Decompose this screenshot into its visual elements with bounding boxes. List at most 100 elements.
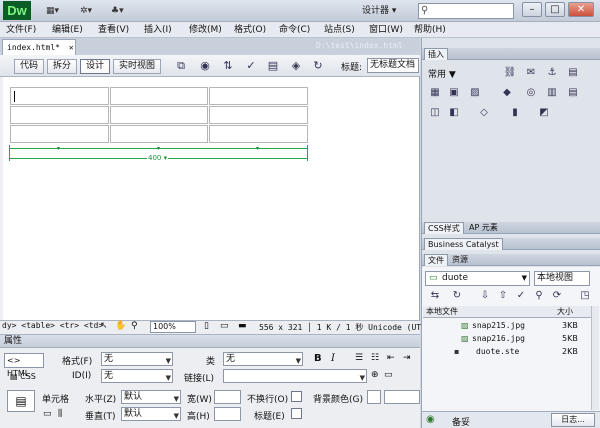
insert-tab[interactable]: 插入 — [424, 48, 448, 60]
width-input[interactable] — [214, 390, 241, 404]
restore-button[interactable]: □ — [545, 2, 565, 17]
vertical-select[interactable]: 默认 ▼ — [121, 407, 181, 421]
design-view-button[interactable]: 设计 — [80, 59, 110, 74]
table-icon[interactable]: ▦ — [428, 86, 442, 100]
indent-icon[interactable]: ⇥ — [403, 353, 411, 363]
close-tab-icon[interactable]: ✕ — [69, 43, 74, 52]
files-tab[interactable]: 文件 — [424, 254, 448, 266]
class-select[interactable]: 无 ▼ — [223, 352, 303, 366]
multiscreen-icon[interactable]: ⧉ — [172, 58, 190, 74]
sync-icon[interactable]: ⟳ — [550, 289, 564, 303]
comment-icon[interactable]: ▤ — [566, 86, 580, 100]
minimize-button[interactable]: – — [522, 2, 542, 17]
menu-edit[interactable]: 编辑(E) — [52, 23, 83, 37]
tag-selector[interactable]: dy> <table> <tr> <td> — [2, 321, 103, 330]
site-select[interactable]: duote ▭ ▼ — [425, 271, 530, 286]
business-catalyst-tab[interactable]: Business Catalyst — [424, 238, 503, 250]
files-panel-header[interactable]: 文件 资源 — [422, 254, 600, 266]
menu-site[interactable]: 站点(S) — [324, 23, 355, 37]
insert-panel-header[interactable]: 插入 — [422, 48, 600, 60]
server-include-icon[interactable]: ▥ — [545, 86, 559, 100]
id-select[interactable]: 无 ▼ — [101, 369, 173, 383]
split-view-button[interactable]: 拆分 — [47, 59, 77, 74]
tablet-size-icon[interactable]: ▭ — [220, 321, 229, 331]
site-icon[interactable]: ♣▾ — [111, 5, 124, 17]
browse-folder-icon[interactable]: ▭ — [384, 370, 393, 380]
menu-format[interactable]: 格式(O) — [234, 23, 266, 37]
select-tool-icon[interactable]: ↖ — [100, 321, 108, 331]
refresh-icon[interactable]: ↻ — [309, 58, 327, 74]
ordered-list-icon[interactable]: ☷ — [371, 353, 379, 363]
properties-header[interactable]: 属性 — [0, 335, 420, 348]
email-link-icon[interactable]: ✉ — [524, 66, 538, 80]
size-column[interactable]: 大小 — [557, 306, 573, 317]
menu-window[interactable]: 窗口(W) — [369, 23, 403, 37]
zoom-select[interactable]: 100% — [150, 321, 196, 333]
file-management-icon[interactable]: ⇅ — [219, 58, 237, 74]
css-mode-button[interactable]: ▤ CSS — [10, 371, 36, 383]
visual-aids-icon[interactable]: ◈ — [287, 58, 305, 74]
menu-view[interactable]: 查看(V) — [98, 23, 129, 37]
bgcolor-input[interactable] — [384, 390, 420, 404]
css-styles-tab[interactable]: CSS样式 — [424, 222, 464, 234]
point-to-file-icon[interactable]: ⊕ — [371, 370, 379, 380]
table-width-label[interactable]: 400 ▾ — [147, 154, 169, 162]
column-marker-icon[interactable]: ▾ — [157, 145, 160, 152]
column-marker-icon[interactable]: ▾ — [57, 145, 60, 152]
menu-commands[interactable]: 命令(C) — [279, 23, 310, 37]
unordered-list-icon[interactable]: ☰ — [355, 353, 363, 363]
desktop-size-icon[interactable]: ▬ — [238, 321, 247, 331]
bc-panel-header[interactable]: Business Catalyst — [422, 238, 600, 250]
w3c-validation-icon[interactable]: ✓ — [242, 58, 260, 74]
horizontal-select[interactable]: 默认 ▼ — [121, 390, 181, 404]
refresh-icon[interactable]: ↻ — [450, 289, 464, 303]
zoom-tool-icon[interactable]: ⚲ — [131, 321, 138, 331]
file-row[interactable]: snap215.jpg 3KB ▨ — [424, 320, 584, 332]
table-cell[interactable] — [209, 87, 308, 105]
document-tab[interactable]: index.html* ✕ — [2, 39, 76, 55]
format-select[interactable]: 无 ▼ — [101, 352, 173, 366]
check-in-icon[interactable]: ⚲ — [532, 289, 546, 303]
check-browser-icon[interactable]: ▤ — [264, 58, 282, 74]
table-cell[interactable] — [10, 87, 109, 105]
horizontal-rule-icon[interactable]: ▤ — [566, 66, 580, 80]
outdent-icon[interactable]: ⇤ — [387, 353, 395, 363]
code-view-button[interactable]: 代码 — [14, 59, 44, 74]
table-cell[interactable] — [209, 125, 308, 143]
hyperlink-icon[interactable]: ⛓ — [503, 66, 517, 80]
hand-tool-icon[interactable]: ✋ — [115, 321, 126, 331]
menu-help[interactable]: 帮助(H) — [414, 23, 446, 37]
nowrap-checkbox[interactable] — [291, 391, 302, 402]
file-row[interactable]: duote.ste 2KB ▪ — [424, 346, 584, 358]
image-icon[interactable]: ▨ — [468, 86, 482, 100]
table-cell[interactable] — [110, 106, 208, 124]
extend-icon[interactable]: ✲▾ — [80, 5, 92, 17]
italic-button[interactable]: I — [331, 353, 335, 364]
templates-icon[interactable]: ◇ — [477, 106, 491, 120]
connect-icon[interactable]: ⇆ — [428, 289, 442, 303]
widget-icon[interactable]: ◩ — [537, 106, 551, 120]
table-cell[interactable] — [110, 125, 208, 143]
named-anchor-icon[interactable]: ⚓ — [545, 66, 559, 80]
date-icon[interactable]: ◎ — [524, 86, 538, 100]
menu-insert[interactable]: 插入(I) — [144, 23, 172, 37]
bold-button[interactable]: B — [314, 353, 322, 364]
table-cell[interactable] — [110, 87, 208, 105]
view-select[interactable]: 本地视图 — [534, 271, 590, 286]
html-mode-button[interactable]: <> HTML — [4, 353, 44, 378]
ap-elements-tab[interactable]: AP 元素 — [466, 222, 501, 234]
css-panel-header[interactable]: CSS样式 AP 元素 — [422, 222, 600, 234]
head-icon[interactable]: ◫ — [428, 106, 442, 120]
get-files-icon[interactable]: ⇩ — [478, 289, 492, 303]
height-input[interactable] — [214, 407, 241, 421]
local-files-column[interactable]: 本地文件 — [426, 306, 458, 317]
search-input[interactable]: ⚲ — [418, 3, 514, 19]
color-picker-button[interactable] — [367, 390, 381, 404]
column-marker-icon[interactable]: ▾ — [256, 145, 259, 152]
table-cell[interactable] — [10, 125, 109, 143]
put-files-icon[interactable]: ⇧ — [496, 289, 510, 303]
close-button[interactable]: ✕ — [568, 2, 594, 17]
assets-tab[interactable]: 资源 — [449, 254, 471, 266]
tag-chooser-icon[interactable]: ▮ — [508, 106, 522, 120]
log-button[interactable]: 日志... — [551, 413, 595, 427]
